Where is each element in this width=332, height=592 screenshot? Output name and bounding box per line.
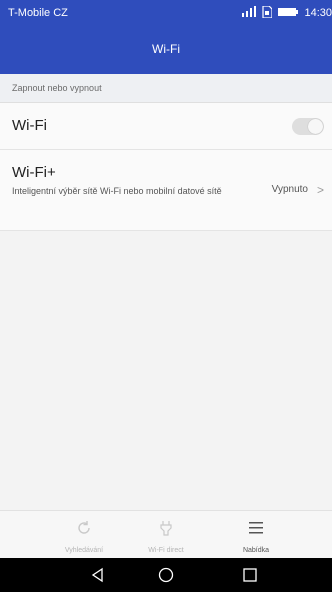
empty-content-area	[0, 231, 332, 510]
scan-button[interactable]: Vyhledávání	[39, 511, 129, 559]
page-title: Wi-Fi	[152, 42, 180, 56]
wifiplus-status: Vypnuto	[271, 184, 308, 195]
bottom-action-bar: Vyhledávání Wi-Fi direct Nabídka	[0, 510, 332, 559]
section-label: Zapnout nebo vypnout	[12, 83, 102, 93]
status-icons: 14:30	[242, 4, 332, 21]
status-bar: T-Mobile CZ 14:30	[0, 0, 332, 26]
carrier-name: T-Mobile CZ	[8, 7, 68, 19]
status-time: 14:30	[304, 7, 332, 19]
wifi-toggle-row[interactable]: Wi-Fi	[0, 103, 332, 150]
wifiplus-label: Wi-Fi+	[12, 164, 56, 181]
refresh-icon	[39, 519, 129, 539]
battery-icon	[278, 7, 299, 20]
wifi-direct-icon	[121, 519, 211, 539]
menu-button[interactable]: Nabídka	[211, 511, 301, 559]
system-nav-bar	[0, 558, 332, 592]
menu-label: Nabídka	[242, 547, 270, 554]
wifi-label: Wi-Fi	[12, 117, 47, 134]
back-icon[interactable]	[90, 567, 106, 588]
section-header: Zapnout nebo vypnout	[0, 74, 332, 103]
signal-icon	[242, 6, 257, 20]
home-icon[interactable]	[158, 567, 174, 588]
app-header: T-Mobile CZ 14:30 Wi-Fi	[0, 0, 332, 74]
recents-icon[interactable]	[242, 567, 258, 588]
wifiplus-row[interactable]: Wi-Fi+ Inteligentní výběr sítě Wi-Fi neb…	[0, 150, 332, 231]
scan-label: Vyhledávání	[64, 547, 104, 554]
wifi-direct-label: Wi-Fi direct	[148, 547, 184, 554]
chevron-right-icon: >	[316, 183, 324, 197]
menu-icon	[211, 519, 301, 539]
sim-icon	[262, 4, 274, 21]
wifiplus-description: Inteligentní výběr sítě Wi-Fi nebo mobil…	[12, 186, 222, 196]
wifi-direct-button[interactable]: Wi-Fi direct	[121, 511, 211, 559]
wifi-toggle[interactable]	[292, 118, 324, 135]
toggle-knob	[308, 119, 323, 134]
